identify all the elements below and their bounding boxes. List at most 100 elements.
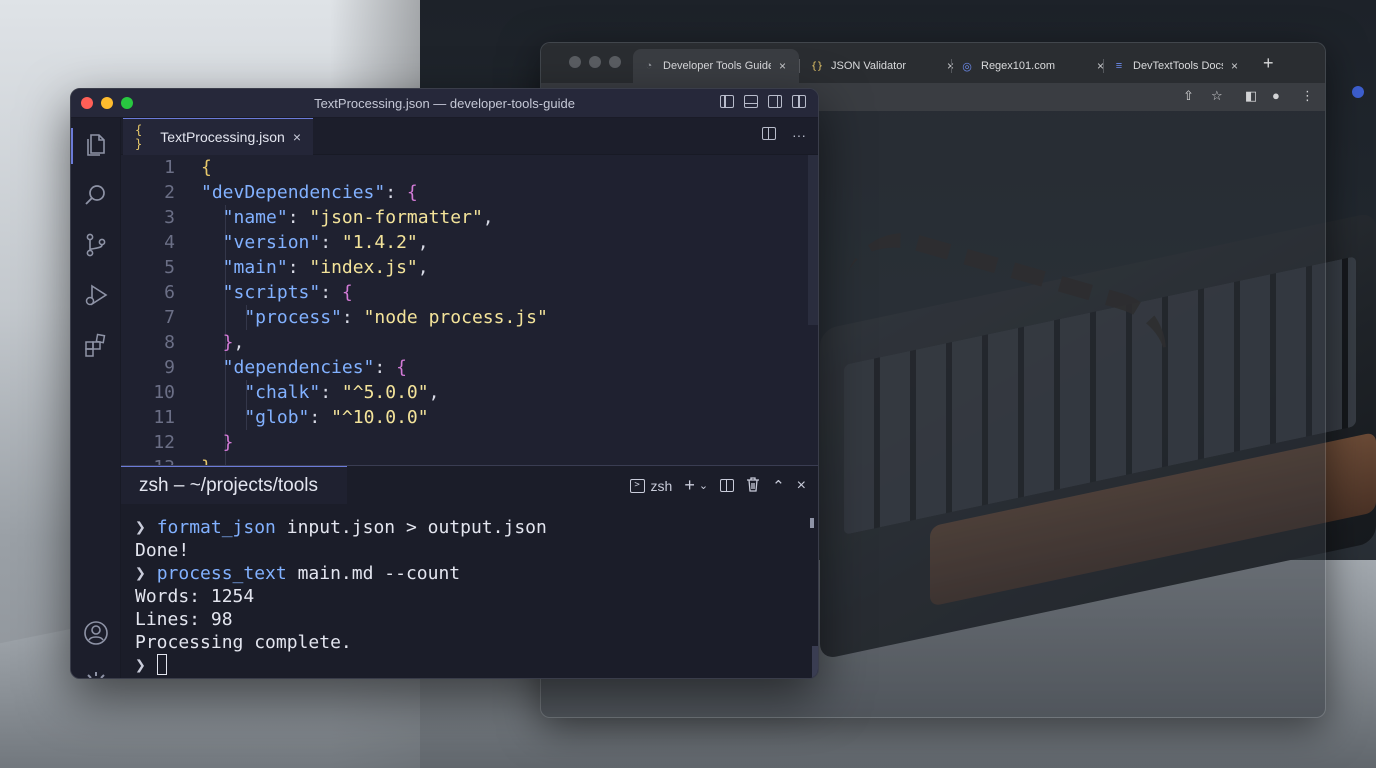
code-text: "scripts": {: [201, 280, 353, 305]
account-icon[interactable]: [83, 620, 109, 646]
code-text: "devDependencies": {: [201, 180, 418, 205]
status-dot-icon: [1352, 86, 1364, 98]
terminal-shell-selector[interactable]: > zsh: [629, 478, 672, 494]
search-icon[interactable]: [83, 182, 109, 208]
toggle-primary-sidebar-icon[interactable]: [720, 95, 734, 108]
toggle-panel-icon[interactable]: [744, 95, 758, 108]
code-text: "process": "node process.js": [201, 305, 547, 330]
code-token: "devDependencies": [201, 182, 386, 203]
tab-close-icon[interactable]: ×: [1231, 59, 1241, 73]
vscode-window[interactable]: TextProcessing.json — developer-tools-gu…: [70, 88, 819, 679]
settings-gear-icon[interactable]: [83, 670, 109, 678]
customize-layout-icon[interactable]: [792, 95, 806, 108]
line-number: 11: [153, 407, 175, 428]
terminal-line: Done!: [135, 539, 795, 562]
window-controls: [81, 97, 133, 109]
code-text: "main": "index.js",: [201, 255, 429, 280]
activity-bar: [71, 118, 121, 678]
code-line: 11 "glob": "^10.0.0": [121, 405, 818, 430]
code-token: "^5.0.0": [341, 382, 429, 403]
code-token: ,: [417, 232, 429, 253]
tab-close-icon[interactable]: ×: [779, 59, 789, 73]
code-line: 8 },: [121, 330, 818, 355]
terminal-panel: zsh – ~/projects/tools > zsh + ⌄ ⌃ × ❯ f…: [121, 465, 818, 678]
extensions-icon[interactable]: [83, 332, 109, 358]
browser-tab-devtexttools-docs[interactable]: ≡ DevTextTools Docs ×: [1103, 49, 1251, 83]
terminal-command: format_json: [156, 517, 276, 538]
browser-tab-developer-tools-guide[interactable]: ◔ Developer Tools Guide ×: [633, 49, 799, 83]
terminal-scrollbar[interactable]: [812, 646, 818, 678]
code-line: 6 "scripts": {: [121, 280, 818, 305]
minimize-window-button[interactable]: [101, 97, 113, 109]
terminal-output-text: Processing complete.: [135, 632, 352, 653]
code-line: 10 "chalk": "^5.0.0",: [121, 380, 818, 405]
code-token: ,: [417, 257, 429, 278]
line-number: 5: [164, 257, 175, 278]
chevron-down-icon[interactable]: ⌄: [699, 479, 708, 492]
tab-close-icon[interactable]: ×: [293, 129, 301, 145]
share-icon[interactable]: ⇧: [1183, 88, 1194, 104]
new-tab-button[interactable]: +: [1263, 53, 1274, 74]
code-token: :: [287, 257, 310, 278]
browser-zoom-dot[interactable]: [609, 56, 621, 68]
line-number: 10: [153, 382, 175, 403]
code-token: "scripts": [201, 282, 321, 303]
prompt-icon: ❯: [135, 563, 146, 584]
more-menu-icon[interactable]: ⋮: [1301, 88, 1314, 104]
source-control-icon[interactable]: [83, 232, 109, 258]
terminal-line: ❯: [135, 654, 795, 677]
split-editor-icon[interactable]: [762, 127, 776, 140]
new-terminal-icon[interactable]: +: [684, 475, 695, 496]
terminal-output[interactable]: ❯ format_json input.json > output.json Do…: [135, 516, 795, 677]
more-actions-icon[interactable]: ···: [792, 127, 806, 143]
sidebar-toggle-icon[interactable]: ◧: [1245, 88, 1257, 104]
explorer-icon[interactable]: [83, 132, 109, 158]
terminal-actions: > zsh + ⌄ ⌃ ×: [629, 475, 806, 496]
json-braces-icon: {}: [811, 60, 824, 72]
tab-textprocessing-json[interactable]: { } TextProcessing.json ×: [123, 118, 313, 155]
code-editor[interactable]: 1{2 "devDependencies": {3 "name": "json-f…: [121, 155, 818, 465]
split-terminal-icon[interactable]: [720, 479, 735, 492]
zoom-window-button[interactable]: [121, 97, 133, 109]
code-text: },: [201, 330, 245, 355]
profile-avatar-icon[interactable]: ●: [1272, 88, 1280, 103]
browser-tab-title: Regex101.com: [981, 60, 1055, 72]
bookmark-star-icon[interactable]: ☆: [1211, 88, 1223, 104]
code-line: 13}: [121, 455, 818, 465]
browser-tab-json-validator[interactable]: {} JSON Validator ×: [801, 49, 967, 83]
code-token: "1.4.2": [341, 232, 418, 253]
browser-window-controls: [569, 56, 621, 68]
line-number: 9: [164, 357, 175, 378]
browser-tab-title: DevTextTools Docs: [1133, 60, 1223, 72]
code-text: }: [201, 430, 234, 455]
code-token: }: [201, 332, 234, 353]
code-token: }: [201, 457, 212, 465]
code-token: :: [287, 207, 310, 228]
regex-globe-icon: ◎: [962, 60, 972, 73]
tab-separator: [799, 59, 800, 73]
terminal-scroll-marker: [810, 518, 814, 528]
line-number: 3: [164, 207, 175, 228]
doc-icon: ◔: [645, 60, 653, 72]
trash-icon[interactable]: [746, 476, 760, 495]
terminal-output-text: Lines: 98: [135, 609, 233, 630]
close-panel-icon[interactable]: ×: [797, 477, 806, 495]
code-token: {: [201, 157, 212, 178]
terminal-line: Words: 1254: [135, 585, 795, 608]
browser-minimize-dot[interactable]: [589, 56, 601, 68]
terminal-line: ❯ format_json input.json > output.json: [135, 516, 795, 539]
browser-tab-bar: ◔ Developer Tools Guide × {} JSON Valida…: [541, 43, 1325, 83]
maximize-panel-icon[interactable]: ⌃: [772, 477, 785, 495]
run-debug-icon[interactable]: [83, 282, 109, 308]
browser-tab-regex101[interactable]: ◎ Regex101.com ×: [951, 49, 1117, 83]
toggle-secondary-sidebar-icon[interactable]: [768, 95, 782, 108]
line-number: 4: [164, 232, 175, 253]
terminal-tab[interactable]: zsh – ~/projects/tools: [121, 466, 347, 504]
code-line: 2 "devDependencies": {: [121, 180, 818, 205]
code-token: :: [320, 282, 342, 303]
terminal-args: main.md --count: [286, 563, 461, 584]
browser-close-dot[interactable]: [569, 56, 581, 68]
terminal-command: process_text: [156, 563, 287, 584]
close-window-button[interactable]: [81, 97, 93, 109]
code-text: "chalk": "^5.0.0",: [201, 380, 439, 405]
